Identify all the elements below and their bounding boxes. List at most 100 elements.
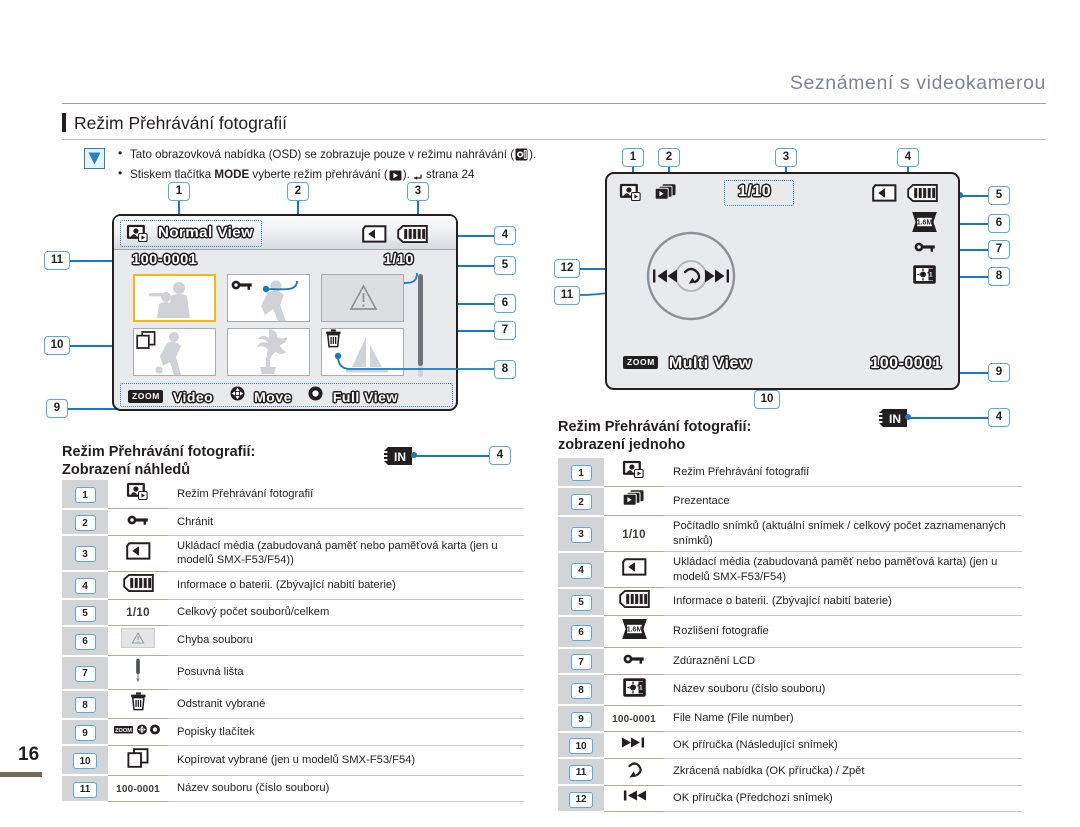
right-legend-rows: 1 Režim Přehrávání fotografií 2 Prezenta… (558, 458, 1022, 813)
section-title: Režim Přehrávání fotografií (62, 112, 1022, 134)
copy-pages-icon (136, 331, 156, 354)
table-row: 3 1/10 Počítadlo snímků (aktuální snímek… (558, 515, 1022, 553)
running-head: Seznámení s videokamerou (789, 72, 1046, 94)
left-table-title-line1: Režim Přehrávání fotografií: (62, 444, 256, 460)
row-num-cell: 8 (62, 689, 108, 720)
row-desc: Prezentace (664, 486, 1022, 516)
callout-2-thumb: 2 (287, 182, 309, 201)
callout-8-single: 8 (988, 267, 1010, 286)
row-number: 9 (74, 725, 96, 741)
file-number-text: 100-0001 (116, 784, 160, 796)
callout-1-thumb: 1 (168, 182, 190, 201)
svg-text:IN: IN (394, 450, 406, 464)
row-number: 6 (570, 624, 592, 641)
scrollbar-thumb[interactable] (418, 274, 423, 366)
back-return-icon (624, 761, 644, 783)
row-icon-cell (604, 758, 664, 786)
thumbnail-cell-5[interactable] (227, 328, 310, 376)
table-row: 9 ZOOM Popisky tlačítek (62, 718, 524, 746)
row-number: 11 (73, 781, 97, 798)
table-row: 11 100-0001 Název souboru (číslo souboru… (62, 775, 524, 803)
callout-in-right: 4 (988, 408, 1010, 427)
table-row: 2 Prezentace (558, 486, 1022, 517)
right-table-title-line2: zobrazení jednoho (558, 437, 686, 453)
note-line-1-text-a: Tato obrazovková nabídka (OSD) se zobraz… (130, 148, 515, 161)
row-desc: Zdúraznění LCD (664, 647, 1022, 675)
leader-5-line (960, 195, 988, 197)
slideshow-icon (622, 489, 646, 513)
row-icon-cell (604, 647, 664, 675)
photo-play-mode-icon (622, 460, 646, 484)
right-table-title-line1: Režim Přehrávání fotografií: (558, 419, 752, 435)
lcd-enhancer-icon: 1 (622, 677, 647, 703)
callout-5-single: 5 (988, 186, 1010, 205)
thumbnail-cell-1[interactable] (133, 274, 216, 322)
counter-text: 1/10 (126, 607, 150, 620)
playback-ring-control[interactable] (645, 230, 737, 327)
row-num-cell: 4 (558, 551, 604, 589)
row-num-cell: 3 (62, 535, 108, 572)
row-number: 1 (74, 487, 96, 503)
table-row: 12 OK příručka (Předchozí snímek) (558, 785, 1022, 813)
table-row: 7 Posuvná lišta (62, 655, 524, 691)
lcd-enhancer-icon: 1 (912, 264, 937, 290)
note-line-2: Stiskem tlačítka MODE vyberte režim přeh… (116, 165, 644, 186)
row-desc: Odstranit vybrané (168, 689, 524, 719)
row-num-cell: 10 (558, 731, 604, 759)
row-icon-cell (108, 625, 168, 656)
hint-video-label: Video (172, 389, 214, 405)
table-row: 11 Zkrácená nabídka (OK příručka) / Zpět (558, 758, 1022, 786)
row-desc: Celkový počet souborů/celkem (168, 599, 524, 626)
prev-image-glyph (653, 269, 677, 283)
row-icon-cell (604, 731, 664, 759)
row-icon-cell: 1/10 (108, 599, 168, 626)
row-desc: OK příručka (Předchozí snímek) (664, 785, 1022, 812)
row-desc: Informace o baterii. (Zbývající nabití b… (168, 571, 524, 600)
callout-3-single: 3 (775, 148, 797, 167)
leader-in-left (414, 455, 489, 457)
right-table-title: Režim Přehrávání fotografií: zobrazení j… (558, 418, 878, 454)
svg-text:IN: IN (889, 412, 901, 426)
section-rule (62, 139, 1046, 140)
section-title-wrap: Režim Přehrávání fotografií (62, 112, 1022, 134)
callout-5-thumb: 5 (494, 256, 516, 275)
row-number: 5 (570, 594, 592, 611)
photo-resolution-icon: 1.6M (621, 618, 648, 645)
row-num-cell: 7 (558, 647, 604, 675)
callout-in-left: 4 (489, 446, 511, 465)
row-num-cell: 12 (558, 785, 604, 813)
key-protect-icon (127, 513, 149, 531)
table-row: 1 Režim Přehrávání fotografií (62, 480, 524, 510)
callout-10-single: 10 (754, 390, 780, 409)
single-file-name: 100-0001 (870, 355, 942, 372)
note-block: Tato obrazovková nabídka (OSD) se zobraz… (84, 145, 644, 186)
row-num-cell: 10 (62, 745, 108, 776)
thumbnail-cell-3-error[interactable] (321, 274, 404, 322)
svg-text:1: 1 (638, 684, 642, 691)
row-num-cell: 11 (62, 775, 108, 803)
callout-9-thumb: 9 (46, 399, 68, 418)
callout-11-single: 11 (554, 286, 580, 305)
running-head-rule (62, 103, 1046, 104)
left-table-title: Režim Přehrávání fotografií: Zobrazení n… (62, 443, 362, 479)
table-row: 10 Kopírovat vybrané (jen u modelů SMX-F… (62, 745, 524, 776)
row-num-cell: 7 (62, 655, 108, 691)
callout-11-thumb: 11 (44, 251, 70, 270)
leader-in-right (908, 417, 988, 419)
callout-8-thumb: 8 (494, 360, 516, 379)
next-image-icon (621, 736, 647, 754)
svg-text:1.6M: 1.6M (917, 219, 933, 226)
svg-text:1: 1 (929, 272, 933, 279)
row-number: 11 (569, 764, 593, 781)
row-desc: Chyba souboru (168, 625, 524, 656)
leader-dot-in-left (411, 452, 417, 458)
left-table-title-line2: Zobrazení náhledů (62, 462, 191, 478)
callout-10-thumb: 10 (44, 336, 70, 355)
row-icon-cell (604, 551, 664, 588)
table-row: 8 Odstranit vybrané (62, 689, 524, 720)
row-num-cell: 6 (62, 625, 108, 657)
row-number: 6 (74, 633, 96, 650)
table-row: 6 1.6M Rozlišení fotografie (558, 615, 1022, 649)
row-number: 4 (570, 562, 592, 579)
row-num-cell: 5 (62, 599, 108, 627)
